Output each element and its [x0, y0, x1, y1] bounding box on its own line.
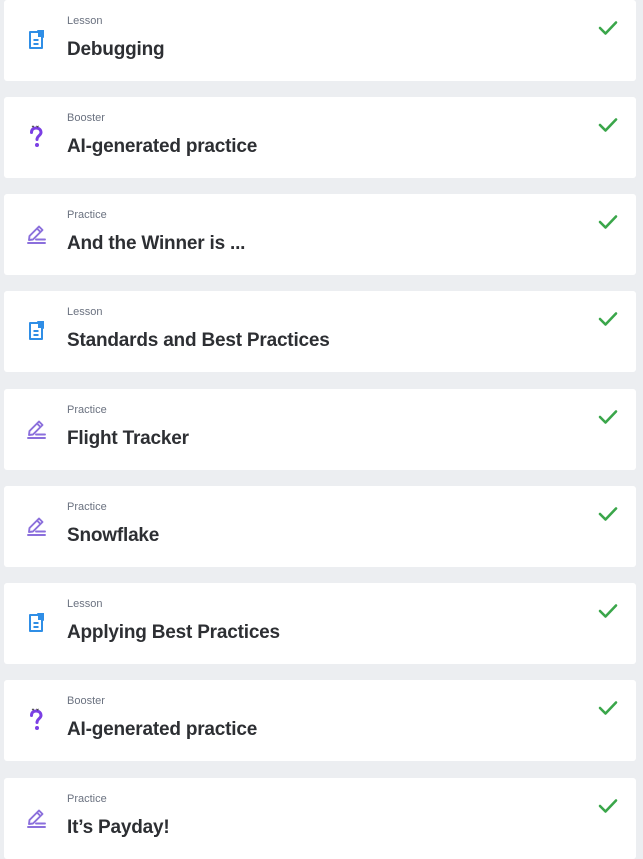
- item-type-label: Practice: [67, 501, 107, 513]
- item-type-label: Lesson: [67, 598, 103, 610]
- item-title: And the Winner is ...: [67, 233, 246, 254]
- item-title: AI-generated practice: [67, 719, 258, 740]
- item-title: Snowflake: [67, 525, 160, 546]
- item-type-label: Lesson: [67, 15, 103, 27]
- checkmark-icon: [597, 114, 619, 136]
- item-title: Flight Tracker: [67, 428, 189, 449]
- item-type-label: Booster: [67, 695, 105, 707]
- booster-question-icon: [24, 708, 48, 732]
- practice-pencil-icon: [24, 514, 48, 538]
- item-title: Debugging: [67, 39, 165, 60]
- list-item-and-the-winner-is[interactable]: Practice And the Winner is ...: [4, 194, 636, 275]
- lesson-document-icon: [24, 28, 48, 52]
- checkmark-icon: [597, 406, 619, 428]
- list-item-flight-tracker[interactable]: Practice Flight Tracker: [4, 389, 636, 470]
- practice-pencil-icon: [24, 222, 48, 246]
- item-title: Applying Best Practices: [67, 622, 280, 643]
- checkmark-icon: [597, 308, 619, 330]
- list-item-applying-best-practices[interactable]: Lesson Applying Best Practices: [4, 583, 636, 664]
- checkmark-icon: [597, 697, 619, 719]
- item-type-label: Practice: [67, 209, 107, 221]
- lesson-list: Lesson Debugging Booster AI-generated pr…: [0, 0, 643, 859]
- list-item-debugging[interactable]: Lesson Debugging: [4, 0, 636, 81]
- list-item-standards-and-best-practices[interactable]: Lesson Standards and Best Practices: [4, 291, 636, 372]
- list-item-ai-generated-practice[interactable]: Booster AI-generated practice: [4, 97, 636, 178]
- item-type-label: Booster: [67, 112, 105, 124]
- list-item-ai-generated-practice[interactable]: Booster AI-generated practice: [4, 680, 636, 761]
- lesson-document-icon: [24, 319, 48, 343]
- item-type-label: Lesson: [67, 306, 103, 318]
- checkmark-icon: [597, 600, 619, 622]
- item-type-label: Practice: [67, 793, 107, 805]
- practice-pencil-icon: [24, 806, 48, 830]
- item-type-label: Practice: [67, 404, 107, 416]
- practice-pencil-icon: [24, 417, 48, 441]
- checkmark-icon: [597, 503, 619, 525]
- checkmark-icon: [597, 17, 619, 39]
- item-title: It’s Payday!: [67, 817, 170, 838]
- booster-question-icon: [24, 125, 48, 149]
- checkmark-icon: [597, 795, 619, 817]
- checkmark-icon: [597, 211, 619, 233]
- item-title: Standards and Best Practices: [67, 330, 330, 351]
- lesson-document-icon: [24, 611, 48, 635]
- list-item-its-payday[interactable]: Practice It’s Payday!: [4, 778, 636, 859]
- list-item-snowflake[interactable]: Practice Snowflake: [4, 486, 636, 567]
- item-title: AI-generated practice: [67, 136, 258, 157]
